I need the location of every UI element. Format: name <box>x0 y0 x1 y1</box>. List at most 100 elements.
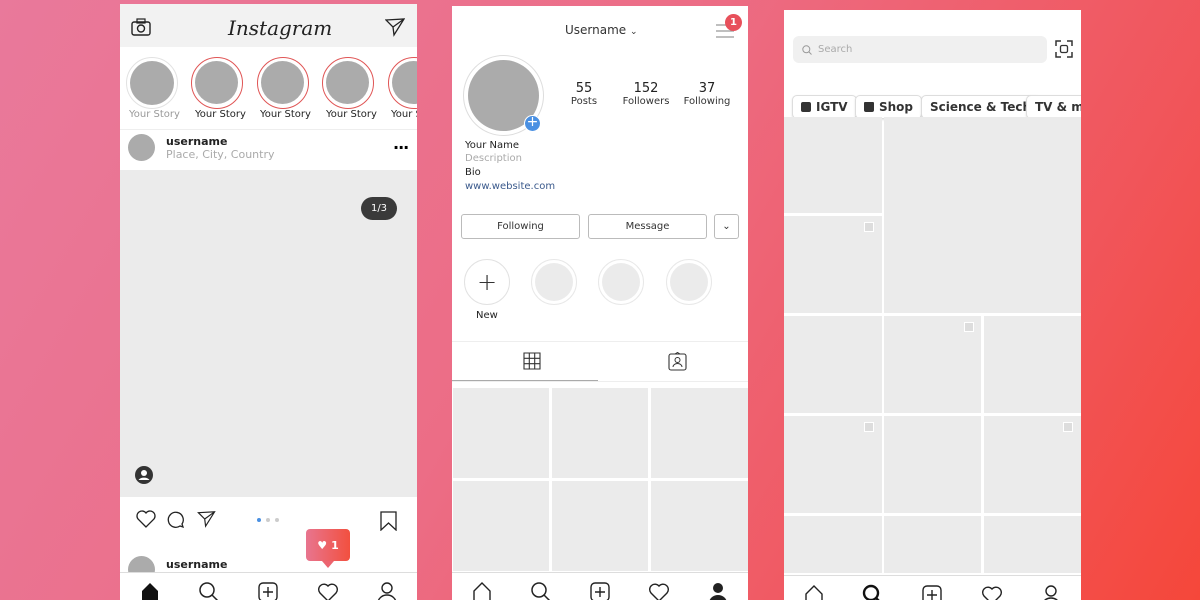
grid-view-tab-icon[interactable] <box>523 352 541 370</box>
like-notification-bubble[interactable]: ♥ 1 <box>306 529 350 561</box>
activity-icon[interactable] <box>317 581 339 600</box>
home-icon[interactable] <box>803 584 825 600</box>
post-thumbnail[interactable] <box>552 481 648 571</box>
divider <box>452 341 748 342</box>
next-post-username[interactable]: username <box>166 558 227 571</box>
multiple-posts-icon <box>864 422 874 432</box>
carousel-dot <box>266 518 270 522</box>
post-username[interactable]: username <box>166 135 227 148</box>
highlight[interactable] <box>666 259 712 305</box>
chip-label: TV & movies <box>1035 100 1081 114</box>
story[interactable] <box>322 57 374 109</box>
following-button[interactable]: Following <box>461 214 580 239</box>
multiple-posts-icon <box>1063 422 1073 432</box>
carousel-dot <box>275 518 279 522</box>
explore-tile[interactable] <box>784 117 882 213</box>
stat-value: 152 <box>633 81 659 96</box>
story[interactable] <box>191 57 243 109</box>
profile-icon[interactable] <box>707 581 729 600</box>
carousel-dot-active <box>257 518 261 522</box>
explore-tile[interactable] <box>984 316 1081 413</box>
highlight[interactable] <box>531 259 577 305</box>
tagged-photos-tab-icon[interactable] <box>668 352 687 371</box>
chip-science-tech[interactable]: Science & Tech <box>921 95 1041 119</box>
activity-icon[interactable] <box>648 581 670 600</box>
divider <box>452 381 748 382</box>
profile-icon[interactable] <box>1040 584 1062 600</box>
image-counter: 1/3 <box>361 197 397 220</box>
post-thumbnail[interactable] <box>453 388 549 478</box>
bookmark-icon[interactable] <box>380 511 397 531</box>
story[interactable] <box>388 57 417 109</box>
direct-message-icon[interactable] <box>385 17 405 37</box>
stat-label: Followers <box>622 96 670 107</box>
search-icon[interactable] <box>530 581 552 600</box>
like-icon[interactable] <box>136 510 156 528</box>
menu-badge: 1 <box>725 14 742 31</box>
story-own[interactable] <box>126 57 178 109</box>
stat-followers[interactable]: 152 Followers <box>620 81 672 107</box>
explore-tile[interactable] <box>784 516 882 573</box>
explore-tile[interactable] <box>884 516 981 573</box>
post-thumbnail[interactable] <box>453 481 549 571</box>
explore-tile[interactable] <box>884 416 981 513</box>
chip-label: IGTV <box>816 100 848 114</box>
profile-username: Username <box>565 23 627 37</box>
multiple-posts-icon <box>864 222 874 232</box>
explore-tile[interactable] <box>984 516 1081 573</box>
search-icon[interactable] <box>198 581 220 600</box>
stat-following[interactable]: 37 Following <box>681 81 733 107</box>
profile-icon[interactable] <box>376 581 398 600</box>
search-placeholder: Search <box>818 44 853 55</box>
message-button[interactable]: Message <box>588 214 707 239</box>
instagram-logo: Instagram <box>228 16 333 40</box>
highlight[interactable] <box>598 259 644 305</box>
post-thumbnail[interactable] <box>651 481 748 571</box>
more-options-icon[interactable]: ··· <box>393 138 409 157</box>
post-avatar[interactable] <box>128 134 155 161</box>
post-location[interactable]: Place, City, Country <box>166 148 275 161</box>
feed-screen: Instagram Your Story Your Story Your Sto… <box>120 4 417 600</box>
add-post-icon[interactable] <box>257 581 279 600</box>
profile-screen: Username ⌄ 1 + 55 Posts 152 Followers 37 Fo… <box>452 6 748 600</box>
share-icon[interactable] <box>197 510 216 528</box>
search-icon[interactable] <box>862 584 884 600</box>
scan-icon[interactable] <box>1055 40 1073 58</box>
profile-bio: Bio <box>465 167 481 178</box>
like-count: 1 <box>331 538 339 552</box>
chip-label: Shop <box>879 100 914 114</box>
add-post-icon[interactable] <box>921 584 943 600</box>
username-switcher[interactable]: Username ⌄ <box>565 23 638 37</box>
igtv-icon <box>801 102 811 112</box>
story[interactable] <box>257 57 309 109</box>
story-label: Your Story <box>391 109 417 120</box>
heart-icon: ♥ <box>317 538 328 552</box>
search-input[interactable]: Search <box>793 36 1047 63</box>
chip-tv-movies[interactable]: TV & movies <box>1026 95 1081 119</box>
profile-website-link[interactable]: www.website.com <box>465 181 555 192</box>
activity-icon[interactable] <box>981 584 1003 600</box>
new-highlight-button[interactable]: + <box>464 259 510 305</box>
add-story-plus-icon[interactable]: + <box>524 115 541 132</box>
home-icon[interactable] <box>471 581 493 600</box>
stat-posts[interactable]: 55 Posts <box>564 81 604 107</box>
add-post-icon[interactable] <box>589 581 611 600</box>
search-icon <box>802 44 812 55</box>
explore-tile-featured[interactable] <box>884 117 1081 313</box>
chip-label: Science & Tech <box>930 100 1032 114</box>
stat-label: Posts <box>570 96 598 107</box>
post-thumbnail[interactable] <box>552 388 648 478</box>
camera-icon[interactable] <box>131 18 151 36</box>
home-icon[interactable] <box>139 581 161 600</box>
tagged-user-icon[interactable] <box>135 466 153 484</box>
new-highlight-label: New <box>476 310 498 321</box>
stat-value: 37 <box>698 81 716 96</box>
explore-tile[interactable] <box>784 316 882 413</box>
suggestions-chevron-button[interactable]: ⌄ <box>714 214 739 239</box>
chip-shop[interactable]: Shop <box>855 95 923 119</box>
chip-igtv[interactable]: IGTV <box>792 95 857 119</box>
post-thumbnail[interactable] <box>651 388 748 478</box>
comment-icon[interactable] <box>166 510 185 529</box>
divider <box>120 129 417 130</box>
explore-screen: Search IGTV Shop Science & Tech TV & mov… <box>784 10 1081 600</box>
